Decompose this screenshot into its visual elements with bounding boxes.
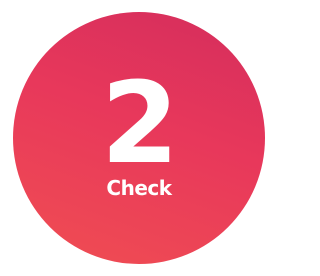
step-label: Check: [106, 176, 172, 200]
step-badge-canvas: 2 Check: [0, 0, 279, 276]
step-badge-circle: 2 Check: [13, 12, 265, 264]
step-number: 2: [101, 59, 179, 189]
